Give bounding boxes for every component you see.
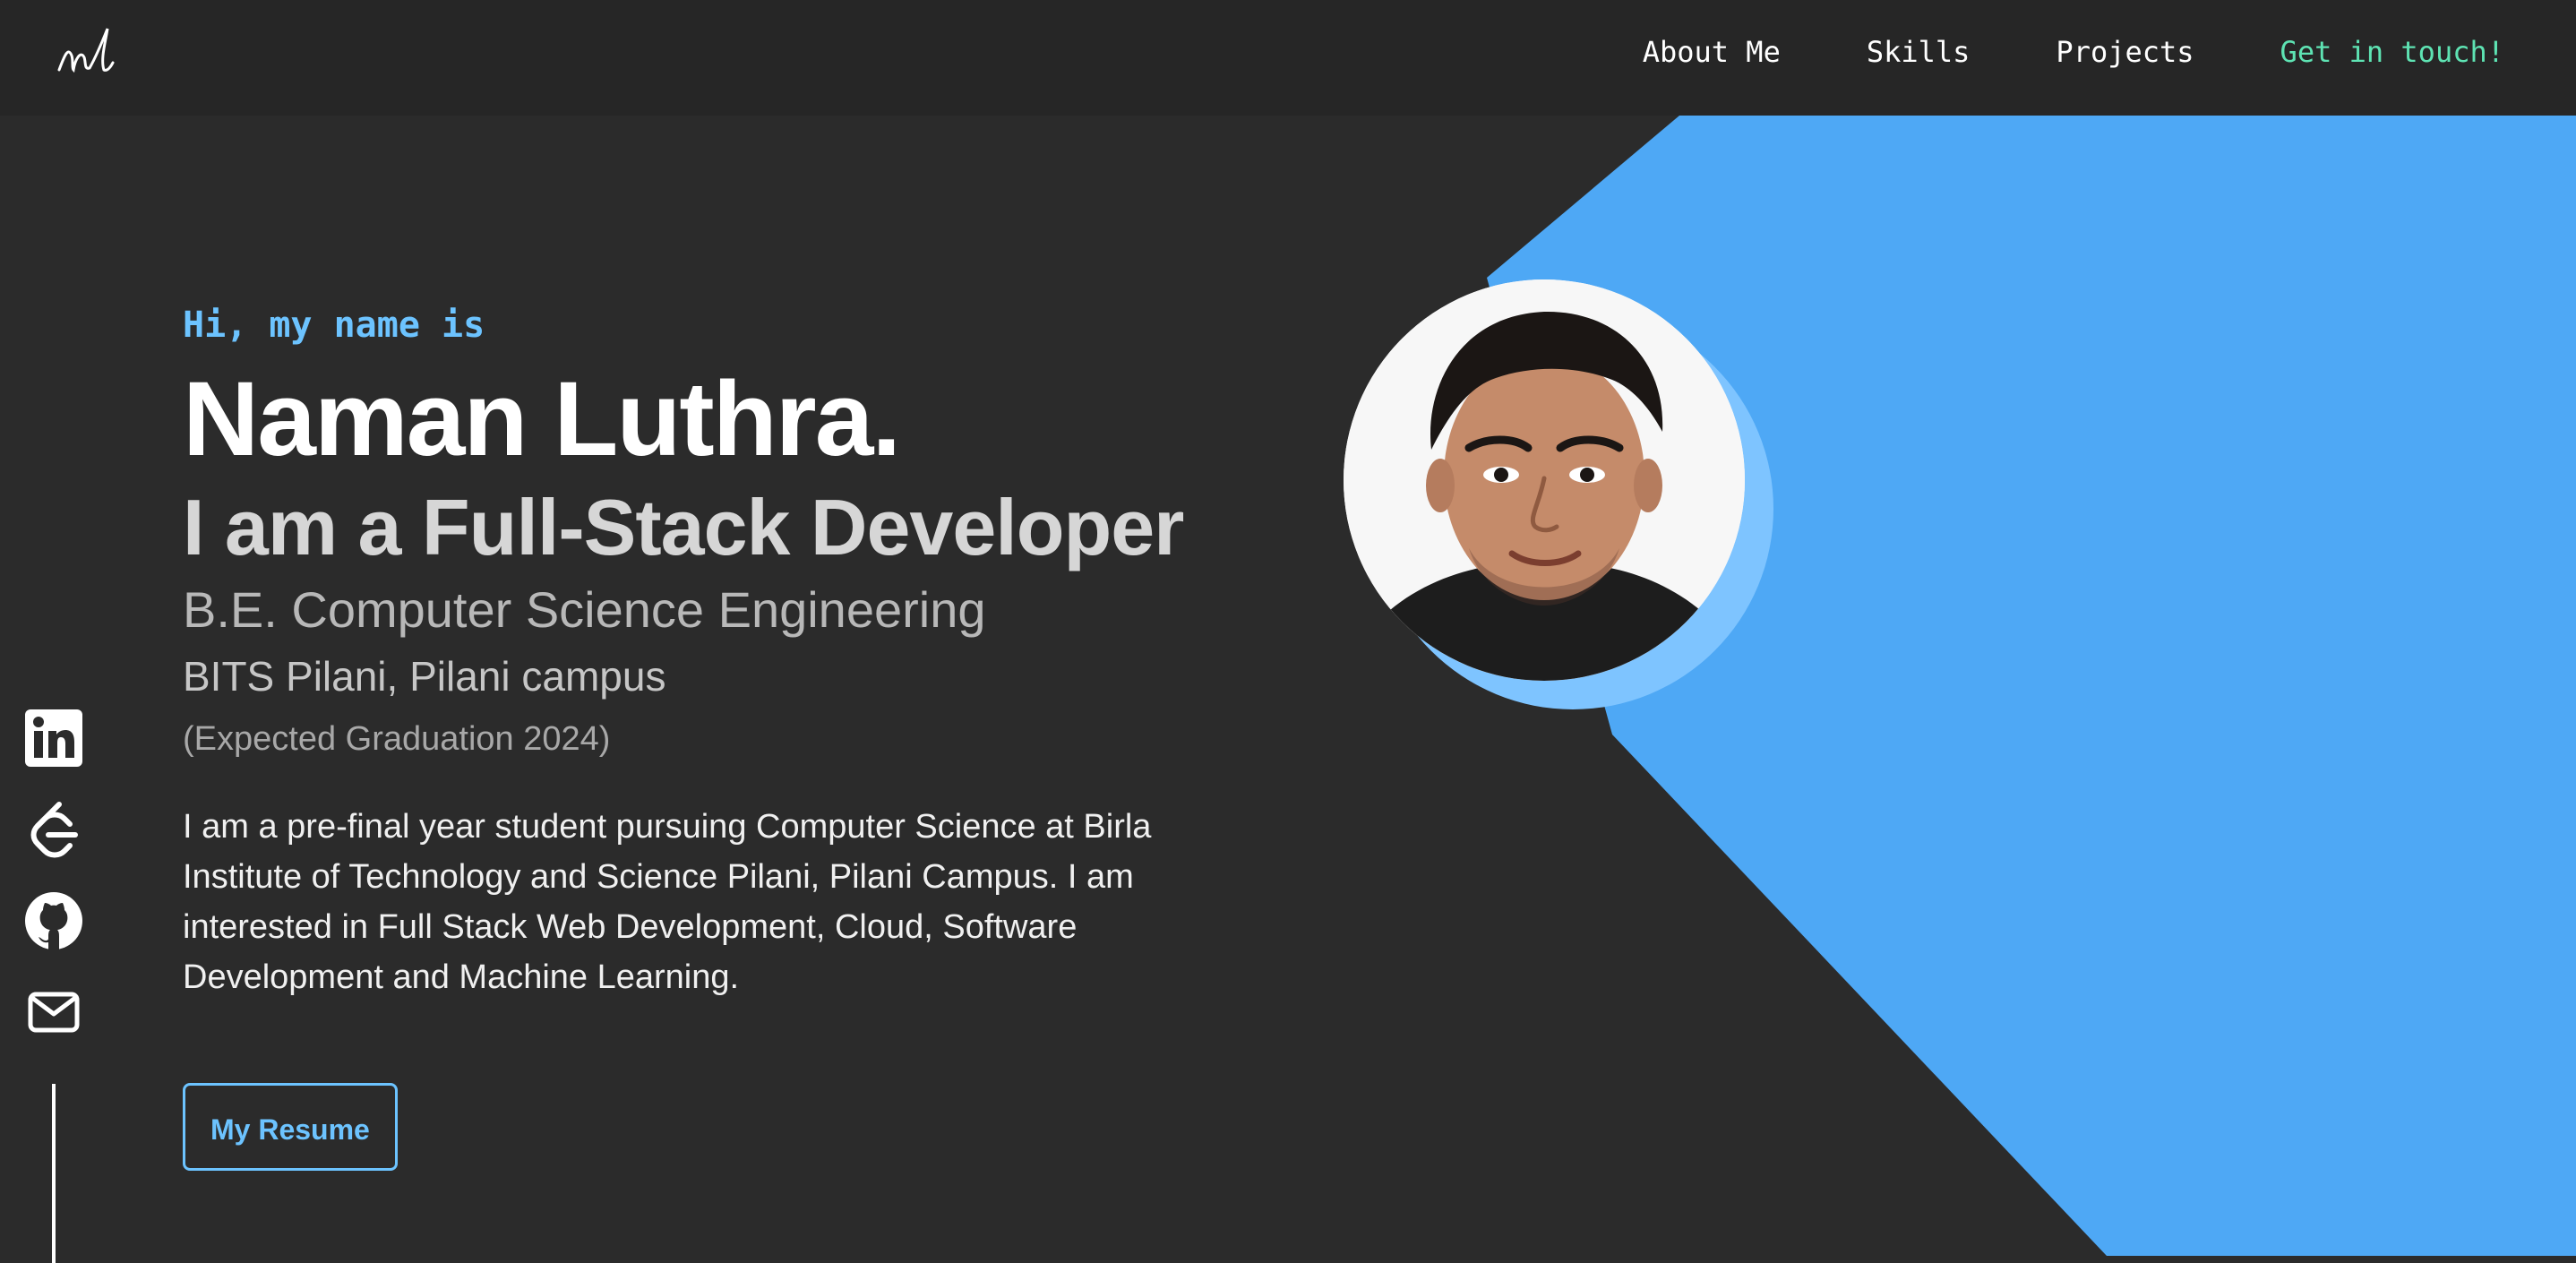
leetcode-icon[interactable] bbox=[23, 799, 84, 860]
hero-college: BITS Pilani, Pilani campus bbox=[183, 652, 666, 700]
nav-about-me[interactable]: About Me bbox=[1643, 35, 1781, 69]
linkedin-icon[interactable] bbox=[23, 708, 84, 769]
nav-links: About Me Skills Projects Get in touch! bbox=[1643, 0, 2504, 104]
resume-button[interactable]: My Resume bbox=[183, 1082, 398, 1171]
hero-greeting: Hi, my name is bbox=[183, 305, 485, 346]
hero-degree: B.E. Computer Science Engineering bbox=[183, 580, 986, 638]
mail-icon[interactable] bbox=[23, 982, 84, 1043]
hero-bio: I am a pre-final year student pursuing C… bbox=[183, 807, 1152, 996]
hero-role: I am a Full-Stack Developer bbox=[183, 483, 1184, 571]
top-navbar: About Me Skills Projects Get in touch! bbox=[0, 0, 2576, 116]
nav-get-in-touch[interactable]: Get in touch! bbox=[2280, 35, 2504, 69]
profile-photo-container bbox=[1344, 279, 1773, 709]
nav-skills[interactable]: Skills bbox=[1867, 35, 1971, 69]
hero-section: Hi, my name is Naman Luthra. I am a Full… bbox=[183, 305, 1329, 1171]
nav-projects[interactable]: Projects bbox=[2056, 35, 2194, 69]
avatar bbox=[1344, 279, 1745, 681]
social-divider-line bbox=[52, 1084, 56, 1263]
social-sidebar bbox=[23, 708, 84, 1073]
hero-graduation: (Expected Graduation 2024) bbox=[183, 719, 611, 758]
hero-name: Naman Luthra. bbox=[183, 360, 901, 478]
github-icon[interactable] bbox=[23, 890, 84, 951]
logo-icon[interactable] bbox=[54, 20, 118, 84]
profile-photo bbox=[1344, 279, 1745, 681]
